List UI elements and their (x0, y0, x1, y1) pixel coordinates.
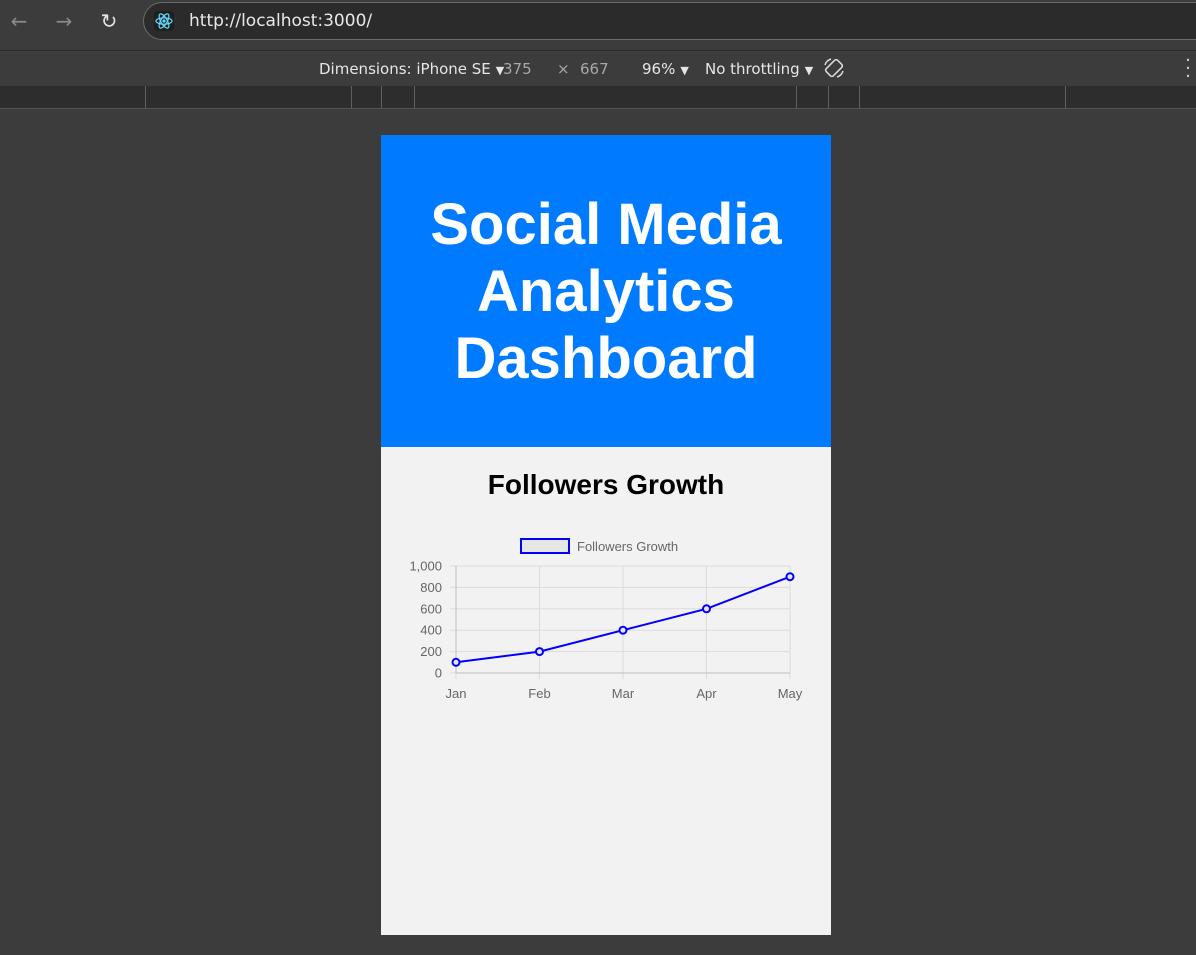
page-viewport: Social Media Analytics Dashboard Followe… (381, 135, 831, 935)
throttling-dropdown[interactable]: No throttling ▼ (705, 60, 813, 78)
chevron-down-icon: ▼ (680, 64, 689, 77)
legend-label: Followers Growth (577, 539, 678, 554)
url-text[interactable]: http://localhost:3000/ (189, 11, 372, 31)
throttling-label: No throttling (705, 60, 800, 78)
zoom-label: 96% (642, 60, 676, 78)
device-toolbar: Dimensions: iPhone SE ▼ 375 × 667 96% ▼ No… (0, 50, 1196, 87)
ruler-tick[interactable] (145, 86, 146, 108)
data-point (451, 657, 461, 667)
ruler-tick[interactable] (351, 86, 352, 108)
more-options-icon[interactable]: · · · (1184, 52, 1192, 86)
browser-top-bar: ← → ↻ http://localhost:3000/ (0, 0, 1196, 44)
ruler-tick[interactable] (1065, 86, 1066, 108)
width-input[interactable]: 375 (503, 60, 532, 78)
address-bar[interactable]: http://localhost:3000/ (143, 2, 1196, 40)
ruler-tick[interactable] (828, 86, 829, 108)
rotate-icon[interactable] (822, 56, 846, 80)
height-input[interactable]: 667 (580, 60, 609, 78)
zoom-dropdown[interactable]: 96% ▼ (642, 60, 689, 78)
react-logo-icon (154, 11, 174, 31)
forward-arrow-icon[interactable]: → (51, 8, 77, 34)
y-tick-label: 400 (420, 623, 442, 638)
x-tick-label: Apr (696, 686, 717, 701)
data-point (618, 625, 628, 635)
media-query-ruler (0, 86, 1196, 109)
data-point (535, 647, 544, 657)
times-sign: × (557, 60, 570, 78)
x-tick-label: Jan (446, 686, 467, 701)
x-tick-label: Mar (612, 686, 635, 701)
y-tick-label: 200 (420, 644, 442, 659)
section-title: Followers Growth (487, 469, 725, 500)
ruler-tick[interactable] (381, 86, 382, 108)
data-point (785, 572, 795, 582)
chevron-down-icon: ▼ (804, 64, 814, 77)
y-tick-label: 0 (435, 666, 442, 681)
reload-icon[interactable]: ↻ (96, 8, 122, 34)
dimensions-dropdown[interactable]: Dimensions: iPhone SE ▼ (319, 60, 504, 78)
data-point (702, 604, 711, 614)
ruler-tick[interactable] (859, 86, 860, 108)
y-tick-label: 800 (420, 580, 442, 595)
x-tick-label: Feb (528, 686, 550, 701)
back-arrow-icon[interactable]: ← (6, 8, 32, 34)
y-tick-label: 600 (420, 601, 442, 616)
dimensions-label: Dimensions: iPhone SE (319, 60, 491, 78)
y-tick-label: 1,000 (409, 559, 442, 574)
ruler-tick[interactable] (796, 86, 797, 108)
page-title: Social Media Analytics Dashboard (430, 191, 782, 391)
ruler-tick[interactable] (414, 86, 415, 108)
header-banner: Social Media Analytics Dashboard (381, 135, 831, 447)
x-tick-label: May (778, 686, 803, 701)
legend-swatch (520, 538, 570, 554)
followers-growth-chart: Followers Growth 1,000 800 600 400 200 0 Jan Feb… (409, 538, 803, 701)
